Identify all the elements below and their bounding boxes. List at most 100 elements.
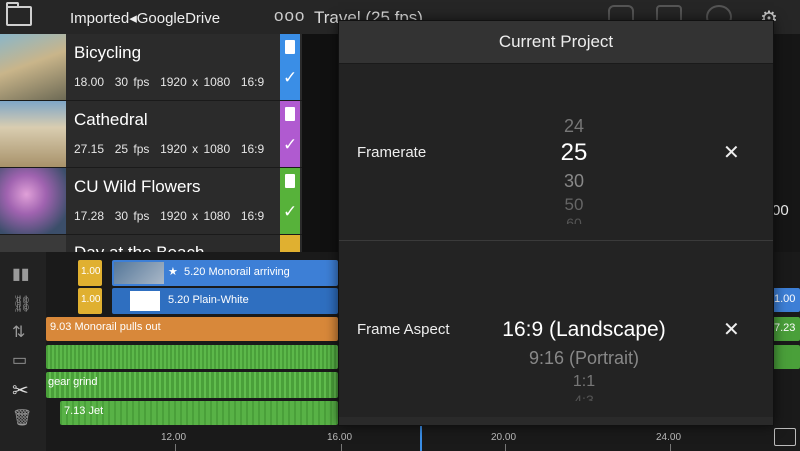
clip-name: CU Wild Flowers	[74, 177, 201, 196]
track-monorail-pulls-out[interactable]: 9.03 Monorail pulls out	[46, 317, 338, 341]
ruler-tick	[341, 444, 342, 451]
clip-thumbnail	[114, 262, 164, 284]
clip-cathedral[interactable]: Cathedral 27.15 25 fps 1920 x 1080 16:9 …	[0, 101, 302, 168]
ruler-label: 24.00	[656, 432, 682, 443]
ruler-tick	[175, 444, 176, 451]
clip-meta: 18.00 30 fps 1920 x 1080 16:9	[74, 75, 264, 89]
track-label: 7.13 Jet	[64, 405, 104, 417]
film-icon	[285, 40, 295, 54]
panel-title: Current Project	[339, 21, 773, 64]
clip-aspect: 16:9	[240, 209, 265, 223]
more-menu-button[interactable]: ooo	[274, 6, 305, 26]
folder-icon[interactable]	[6, 2, 32, 26]
framerate-label: Framerate	[357, 144, 427, 161]
checkmark-icon: ✓	[283, 135, 298, 154]
track-plain-white[interactable]: 5.20 Plain-White	[112, 288, 338, 314]
clip-status-stripe[interactable]	[280, 235, 300, 252]
framerate-option[interactable]: 50	[529, 194, 619, 216]
breadcrumb[interactable]: Imported◂GoogleDrive	[70, 9, 220, 27]
link-icon[interactable]: ⛓	[12, 294, 32, 313]
checkmark-icon: ✓	[283, 68, 298, 87]
clip-thumbnail	[130, 291, 160, 311]
title-badge[interactable]: 1.00	[78, 288, 102, 314]
preview-time: 00	[772, 202, 789, 219]
aspect-option[interactable]: 1:1	[469, 371, 699, 393]
track-label: 7.23	[774, 322, 796, 334]
clip-thumbnail	[0, 235, 66, 252]
clip-meta: 17.28 30 fps 1920 x 1080 16:9	[74, 209, 264, 223]
clip-status-stripe[interactable]: ✓	[280, 168, 300, 234]
ruler-label: 20.00	[491, 432, 517, 443]
clip-day-at-the-beach[interactable]: Day at the Beach	[0, 235, 302, 253]
framerate-row: Framerate 24 25 30 50 60 ✕	[339, 64, 773, 240]
track-right-green[interactable]: 7.23	[772, 317, 800, 341]
title-badge-label: 1.00	[81, 294, 101, 305]
close-icon[interactable]: ✕	[723, 140, 740, 165]
frame-aspect-picker[interactable]: 16:9 (Landscape) 9:16 (Portrait) 1:1 4:3	[469, 315, 699, 409]
clip-meta: 27.15 25 fps 1920 x 1080 16:9	[74, 142, 264, 156]
star-icon: ★	[168, 266, 178, 278]
frame-aspect-row: Frame Aspect 16:9 (Landscape) 9:16 (Port…	[339, 241, 773, 417]
clip-fps: 30 fps	[114, 75, 150, 89]
frame-icon[interactable]: ▭	[12, 350, 32, 369]
framerate-option[interactable]: 24	[529, 114, 619, 138]
framerate-option[interactable]: 60	[529, 216, 619, 224]
track-jet[interactable]: 7.13 Jet	[60, 401, 338, 425]
clip-status-stripe[interactable]: ✓	[280, 101, 300, 167]
track-monorail-arriving[interactable]: ★ 5.20 Monorail arriving	[112, 260, 338, 286]
film-icon	[285, 107, 295, 121]
clip-thumbnail	[0, 101, 66, 167]
aspect-option[interactable]: 9:16 (Portrait)	[469, 345, 699, 371]
clip-aspect: 16:9	[240, 75, 265, 89]
clip-duration: 27.15	[74, 142, 105, 156]
track-right-green[interactable]	[772, 345, 800, 369]
framerate-option[interactable]: 30	[529, 168, 619, 194]
film-icon	[285, 174, 295, 188]
timeline-toolbar: ▮▮ ⛓ ⇅ ▭ ✂ 🗑	[0, 252, 46, 451]
scissors-icon[interactable]: ✂	[12, 378, 32, 402]
title-badge[interactable]: 1.00	[78, 260, 102, 286]
clip-thumbnail	[0, 168, 66, 234]
frame-aspect-label: Frame Aspect	[357, 321, 450, 338]
track-label: 5.20 Monorail arriving	[184, 266, 290, 278]
ruler-label: 12.00	[161, 432, 187, 443]
clip-duration: 18.00	[74, 75, 105, 89]
track-label: 1.00	[774, 293, 796, 305]
clip-resolution: 1920 x 1080	[160, 142, 231, 156]
framerate-option-selected[interactable]: 25	[529, 138, 619, 168]
track-right-blue[interactable]: 1.00	[772, 288, 800, 312]
clip-fps: 25 fps	[114, 142, 150, 156]
levels-icon[interactable]: ▮▮	[12, 264, 32, 283]
current-project-panel: Current Project Framerate 24 25 30 50 60…	[338, 20, 774, 426]
clip-aspect: 16:9	[240, 142, 265, 156]
media-list: Bicycling 18.00 30 fps 1920 x 1080 16:9 …	[0, 34, 302, 253]
clip-name: Bicycling	[74, 43, 142, 62]
ruler-label: 16.00	[327, 432, 353, 443]
aspect-option[interactable]: 4:3	[469, 393, 699, 401]
aspect-option-selected[interactable]: 16:9 (Landscape)	[469, 315, 699, 345]
clip-duration: 17.28	[74, 209, 105, 223]
trash-icon[interactable]: 🗑	[12, 408, 32, 427]
clip-resolution: 1920 x 1080	[160, 209, 231, 223]
close-icon[interactable]: ✕	[723, 317, 740, 342]
playhead[interactable]	[420, 424, 422, 451]
clip-thumbnail	[0, 34, 66, 100]
track-label: gear grind	[48, 376, 98, 388]
title-badge-label: 1.00	[81, 266, 101, 277]
framerate-picker[interactable]: 24 25 30 50 60	[529, 114, 619, 234]
track-audio[interactable]	[46, 345, 338, 369]
track-gear-grind[interactable]: gear grind	[46, 372, 338, 398]
track-label: 5.20 Plain-White	[168, 294, 249, 306]
split-icon[interactable]: ⇅	[12, 322, 32, 341]
checkmark-icon: ✓	[283, 202, 298, 221]
clip-fps: 30 fps	[114, 209, 150, 223]
clip-resolution: 1920 x 1080	[160, 75, 231, 89]
clip-cu-wild-flowers[interactable]: CU Wild Flowers 17.28 30 fps 1920 x 1080…	[0, 168, 302, 235]
clip-status-stripe[interactable]: ✓	[280, 34, 300, 100]
track-label: 9.03 Monorail pulls out	[50, 321, 161, 333]
clip-name: Cathedral	[74, 110, 148, 129]
filmstrip-icon[interactable]	[774, 428, 796, 446]
clip-bicycling[interactable]: Bicycling 18.00 30 fps 1920 x 1080 16:9 …	[0, 34, 302, 101]
ruler-tick	[670, 444, 671, 451]
ruler-tick	[505, 444, 506, 451]
